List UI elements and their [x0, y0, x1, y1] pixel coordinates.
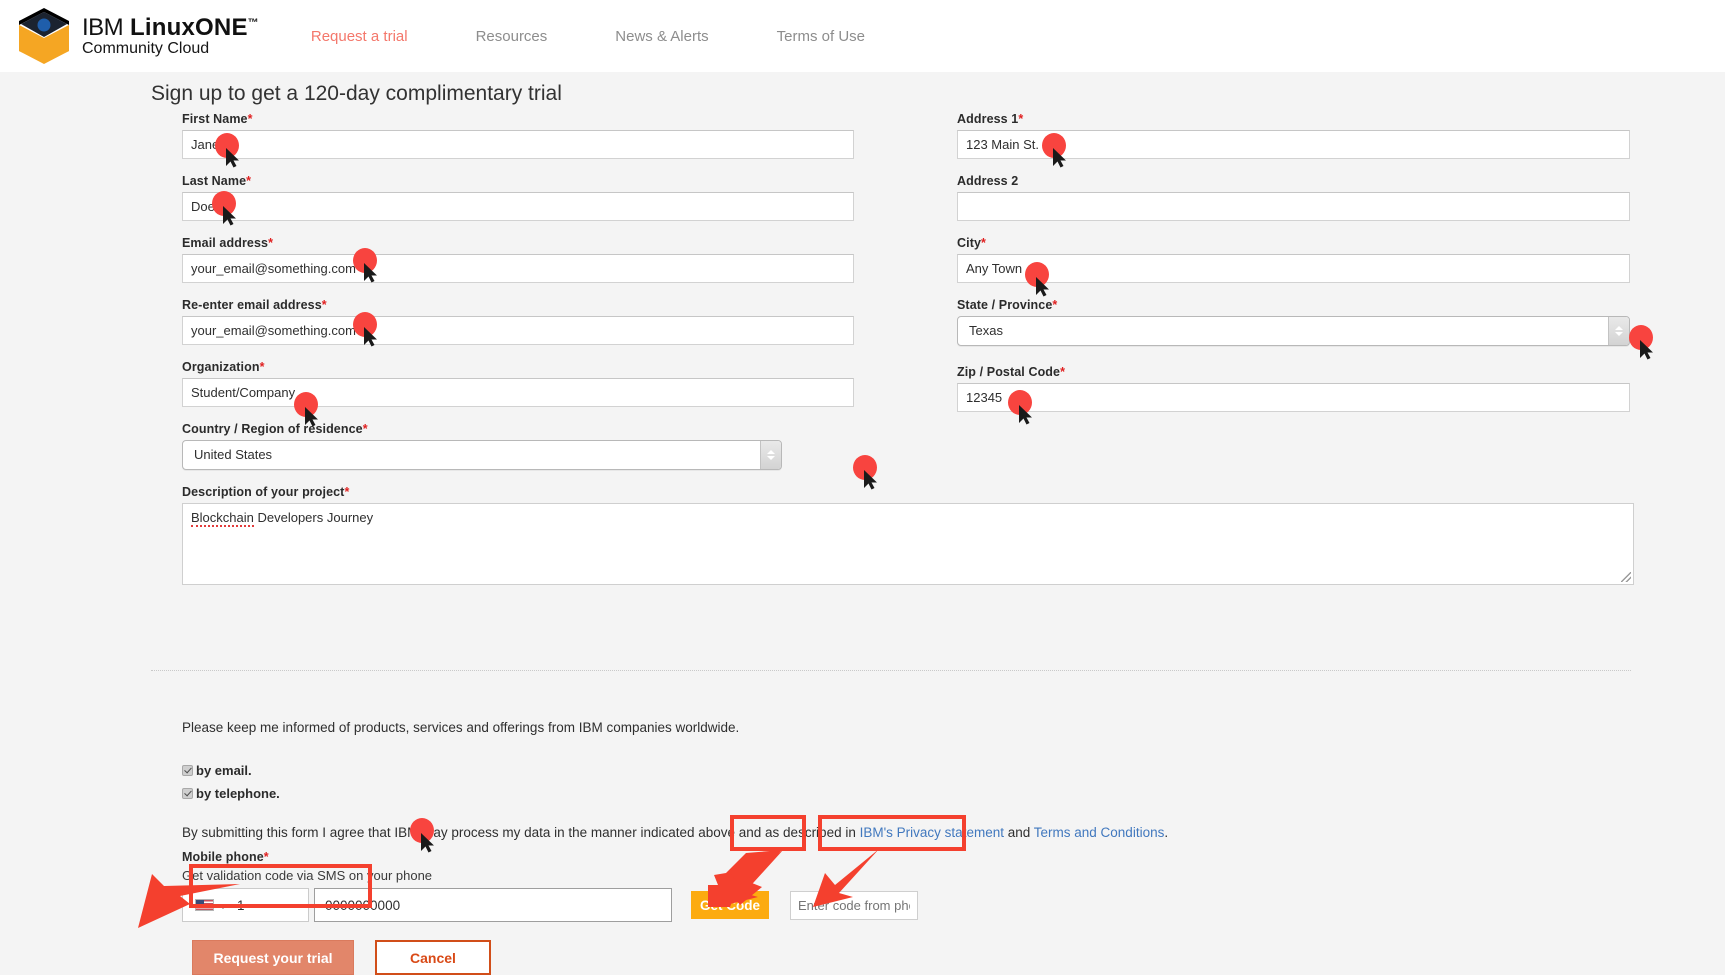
state-select-value[interactable]: Texas	[957, 316, 1630, 346]
request-your-trial-button[interactable]: Request your trial	[192, 940, 354, 975]
description-rest-text: Developers Journey	[253, 510, 374, 525]
terms-and-conditions-link[interactable]: Terms and Conditions	[1034, 825, 1165, 840]
field-email-confirm: Re-enter email address*	[182, 298, 854, 345]
checkbox-by-email[interactable]	[182, 765, 193, 776]
logo-tm: ™	[247, 16, 259, 29]
consent-section: Please keep me informed of products, ser…	[182, 720, 1382, 840]
field-last-name: Last Name*	[182, 174, 854, 221]
logo[interactable]: IBM LinuxONE™ Community Cloud	[18, 7, 259, 65]
country-select-spinner-icon[interactable]	[760, 441, 781, 469]
country-code-selector[interactable]: 1	[182, 888, 309, 922]
address2-input[interactable]	[957, 192, 1630, 221]
field-zip: Zip / Postal Code*	[957, 365, 1630, 412]
zip-input[interactable]	[957, 383, 1630, 412]
label-organization: Organization*	[182, 360, 265, 374]
privacy-statement-link[interactable]: IBM's Privacy statement	[860, 825, 1004, 840]
label-state: State / Province*	[957, 298, 1058, 312]
label-address1: Address 1*	[957, 112, 1024, 126]
label-first-name: First Name*	[182, 112, 253, 126]
logo-text: IBM LinuxONE™ Community Cloud	[82, 13, 259, 58]
country-code-value: 1	[237, 897, 245, 913]
agreement-middle: and	[1003, 825, 1034, 840]
page-title: Sign up to get a 120-day complimentary t…	[151, 82, 562, 105]
country-select-value[interactable]: United States	[182, 440, 782, 470]
field-description: Description of your project* Blockchain …	[182, 485, 1634, 585]
last-name-input[interactable]	[182, 192, 854, 221]
field-first-name: First Name*	[182, 112, 854, 159]
logo-product: LinuxONE	[130, 13, 248, 41]
get-code-button[interactable]: Get Code	[691, 891, 770, 919]
label-zip: Zip / Postal Code*	[957, 365, 1066, 379]
field-organization: Organization*	[182, 360, 854, 407]
verification-code-input[interactable]	[790, 891, 919, 920]
organization-input[interactable]	[182, 378, 854, 407]
consent-option-label: by telephone.	[196, 786, 280, 801]
form-actions: Request your trial Cancel	[192, 940, 491, 975]
label-city: City*	[957, 236, 986, 250]
signup-page: Sign up to get a 120-day complimentary t…	[0, 72, 1725, 975]
project-description-textarea[interactable]: Blockchain Developers Journey	[182, 503, 1634, 585]
us-flag-icon	[195, 899, 214, 911]
field-city: City*	[957, 236, 1630, 283]
logo-subtitle: Community Cloud	[82, 39, 210, 57]
field-email: Email address*	[182, 236, 854, 283]
form-column-left: First Name* Last Name* Email address* Re…	[182, 112, 1634, 600]
consent-intro-text: Please keep me informed of products, ser…	[182, 720, 740, 735]
chevron-down-icon[interactable]	[220, 904, 226, 909]
label-email-confirm: Re-enter email address*	[182, 298, 327, 312]
state-select[interactable]: Texas	[957, 316, 1630, 346]
mobile-phone-section: Mobile phone* Get validation code via SM…	[182, 850, 919, 922]
label-email: Email address*	[182, 236, 274, 250]
consent-option-label: by email.	[196, 763, 252, 778]
city-input[interactable]	[957, 254, 1630, 283]
label-address2: Address 2	[957, 174, 1019, 188]
checkbox-by-telephone[interactable]	[182, 788, 193, 799]
first-name-input[interactable]	[182, 130, 854, 159]
consent-option-by-telephone[interactable]: by telephone.	[182, 786, 1382, 801]
section-divider	[151, 670, 1631, 671]
field-country: Country / Region of residence* United St…	[182, 422, 782, 470]
nav-item-resources[interactable]: Resources	[476, 28, 548, 45]
nav-item-terms-of-use[interactable]: Terms of Use	[777, 28, 865, 45]
label-mobile-phone: Mobile phone*	[182, 850, 269, 864]
email-input[interactable]	[182, 254, 854, 283]
label-description: Description of your project*	[182, 485, 350, 499]
phone-input-row: 1 Get Code	[182, 888, 919, 922]
main-navigation: Request a trial Resources News & Alerts …	[311, 28, 933, 45]
phone-number-input[interactable]	[314, 888, 672, 922]
label-last-name: Last Name*	[182, 174, 252, 188]
agreement-prefix: By submitting this form I agree that IBM…	[182, 825, 860, 840]
textarea-resize-handle[interactable]	[1621, 572, 1631, 582]
field-address2: Address 2	[957, 174, 1630, 221]
nav-item-news-and-alerts[interactable]: News & Alerts	[615, 28, 708, 45]
field-address1: Address 1*	[957, 112, 1630, 159]
address1-input[interactable]	[957, 130, 1630, 159]
phone-sublabel: Get validation code via SMS on your phon…	[182, 868, 433, 883]
linuxone-hex-logo-icon	[18, 7, 70, 65]
logo-brand: IBM	[82, 13, 124, 41]
country-select[interactable]: United States	[182, 440, 782, 470]
misspelled-word: Blockchain	[191, 510, 254, 527]
agreement-text: By submitting this form I agree that IBM…	[182, 825, 1382, 840]
consent-option-by-email[interactable]: by email.	[182, 763, 1382, 778]
cancel-button[interactable]: Cancel	[375, 940, 491, 975]
nav-item-request-a-trial[interactable]: Request a trial	[311, 28, 408, 45]
email-confirm-input[interactable]	[182, 316, 854, 345]
state-select-spinner-icon[interactable]	[1608, 317, 1629, 345]
agreement-suffix: .	[1164, 825, 1169, 840]
field-state: State / Province* Texas	[957, 298, 1630, 346]
site-header: IBM LinuxONE™ Community Cloud Request a …	[0, 0, 1725, 72]
label-country: Country / Region of residence*	[182, 422, 368, 436]
form-column-right: Address 1* Address 2 City* State / Provi…	[957, 112, 1630, 427]
